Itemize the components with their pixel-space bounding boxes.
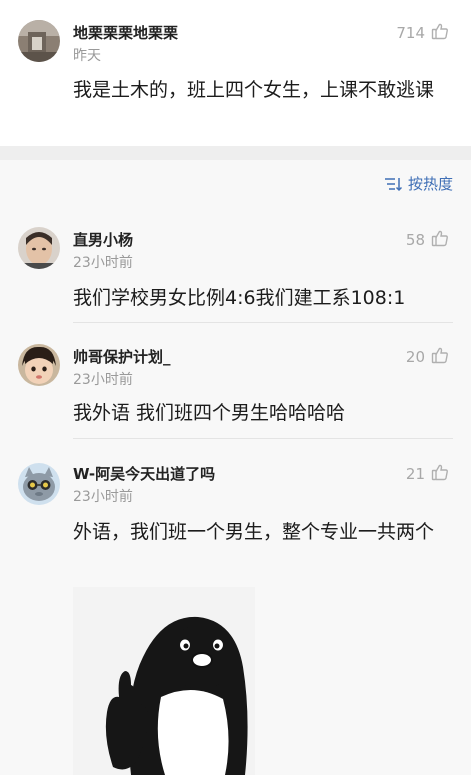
author-name[interactable]: 地栗栗栗地栗栗	[73, 22, 178, 43]
comment-time: 23小时前	[73, 372, 133, 388]
thumbs-up-icon	[431, 22, 449, 44]
avatar[interactable]	[18, 20, 60, 62]
pinned-comment: 地栗栗栗地栗栗 昨天 714 我是土木的，班上四个女生，上课不敢逃课	[0, 0, 471, 146]
avatar[interactable]	[18, 227, 60, 269]
sort-by-heat-icon	[384, 176, 402, 192]
avatar[interactable]	[18, 344, 60, 386]
comment-time: 昨天	[73, 48, 101, 64]
comment-content: 外语，我们班一个男生，整个专业一共两个	[73, 521, 435, 543]
like-button[interactable]: 58	[406, 229, 449, 251]
comment-content: 我外语 我们班四个男生哈哈哈哈	[73, 402, 346, 424]
divider	[73, 438, 453, 439]
avatar[interactable]	[18, 463, 60, 505]
like-button[interactable]: 21	[406, 463, 449, 485]
like-count: 714	[396, 24, 425, 42]
sort-by-heat-button[interactable]: 按热度	[384, 173, 453, 194]
comment-time: 23小时前	[73, 489, 133, 505]
author-name[interactable]: 帅哥保护计划_	[73, 346, 171, 367]
penguin-sticker-image[interactable]	[73, 587, 255, 775]
comment-content: 我是土木的，班上四个女生，上课不敢逃课	[73, 79, 435, 101]
thumbs-up-icon	[431, 463, 449, 485]
comment-content: 我们学校男女比例4:6我们建工系108:1	[73, 287, 406, 309]
author-name[interactable]: 直男小杨	[73, 229, 133, 250]
comment-time: 23小时前	[73, 255, 133, 271]
like-button[interactable]: 714	[396, 22, 449, 44]
like-button[interactable]: 20	[406, 346, 449, 368]
thumbs-up-icon	[431, 229, 449, 251]
section-divider	[0, 146, 471, 160]
divider	[73, 322, 453, 323]
author-name[interactable]: W-阿吴今天出道了吗	[73, 463, 215, 484]
sort-label: 按热度	[407, 175, 453, 193]
like-count: 21	[405, 465, 425, 483]
like-count: 20	[405, 348, 425, 366]
like-count: 58	[405, 231, 425, 249]
thumbs-up-icon	[431, 346, 449, 368]
